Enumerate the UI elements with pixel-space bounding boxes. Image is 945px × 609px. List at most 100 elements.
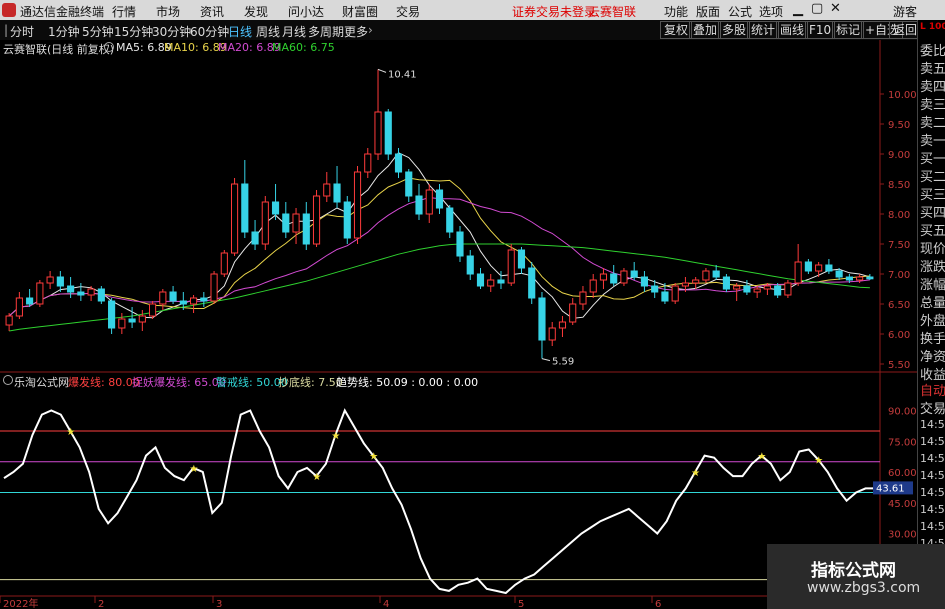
menu-item-trade[interactable]: 交易 xyxy=(396,3,420,20)
candle-body xyxy=(292,213,300,233)
indicator-y-tick-label: 75.00 xyxy=(888,437,917,448)
candle-body xyxy=(610,273,618,284)
candle-body xyxy=(487,279,495,287)
multi-stock-button[interactable]: 多股 xyxy=(718,21,751,39)
menu-item-function[interactable]: 功能 xyxy=(664,3,688,20)
side-label-2: 卖四 xyxy=(920,80,945,95)
indicator-param-burst: 爆发线: 80.00 xyxy=(68,376,140,389)
menu-item-discover[interactable]: 发现 xyxy=(244,3,268,20)
candle-body xyxy=(845,276,853,281)
candle-body xyxy=(446,207,454,233)
candle-body xyxy=(189,297,198,305)
indicator-header: 乐淘公式网 爆发线: 80.00 捉妖爆发线: 65.00 警戒线: 50.00… xyxy=(0,373,880,389)
menu-item-options[interactable]: 选项 xyxy=(759,3,783,20)
period-tab-minute[interactable]: 分时 xyxy=(10,23,34,40)
watermark-title: 指标公式网 xyxy=(811,561,896,581)
candle-body xyxy=(220,252,228,275)
x-tick-label: 4 xyxy=(383,599,389,609)
menu-item-formula[interactable]: 公式 xyxy=(728,3,752,20)
period-tab-1min[interactable]: 1分钟 xyxy=(48,23,80,40)
close-icon[interactable]: ✕ xyxy=(830,1,841,16)
menu-item-quotes[interactable]: 行情 xyxy=(112,3,136,20)
mark-button[interactable]: 标记 xyxy=(832,21,865,39)
candle-body xyxy=(138,315,146,323)
signal-star-icon: ★ xyxy=(312,472,321,483)
indicator-y-tick-label: 45.00 xyxy=(888,499,917,510)
period-tab-5min[interactable]: 5分钟 xyxy=(82,23,114,40)
period-tab-weekly[interactable]: 周线 xyxy=(256,23,280,40)
y-tick-label: 6.00 xyxy=(888,330,910,341)
candle-body xyxy=(251,231,259,245)
candle-body xyxy=(733,285,741,290)
settings-circle-icon[interactable] xyxy=(104,42,114,52)
login-notice[interactable]: 证券交易未登录 xyxy=(512,3,596,20)
high-price-label: 10.41 xyxy=(388,69,417,80)
candle-body xyxy=(763,285,771,290)
candle-body xyxy=(569,303,577,323)
signal-star-icon: ★ xyxy=(814,456,823,467)
candle-body xyxy=(302,213,310,245)
period-tab-15min[interactable]: 15分钟 xyxy=(114,23,153,40)
candle-body xyxy=(589,279,597,293)
candle-body xyxy=(722,276,730,290)
side-label-8: 买三 xyxy=(920,188,945,203)
candle-body xyxy=(538,297,546,341)
main-chart-header: 云赛智联(日线 前复权) MA5: 6.89 MA10: 6.89 MA20: … xyxy=(0,40,880,56)
x-tick-label: 2022年 xyxy=(3,597,38,609)
user-label[interactable]: 游客 xyxy=(893,3,917,20)
kline-chart[interactable]: ★ ★ ★ ★ ★ ★ ★ ★ 10.00 9.50 9.00 8.50 8.00 7.50 7.00 6.… xyxy=(0,40,917,609)
overlay-button[interactable]: 叠加 xyxy=(689,21,722,39)
side-label-21: 14:56 xyxy=(920,418,945,431)
period-tab-30min[interactable]: 30分钟 xyxy=(152,23,191,40)
y-tick-label: 8.50 xyxy=(888,180,910,191)
menu-item-market[interactable]: 市场 xyxy=(156,3,180,20)
side-label-3: 卖三 xyxy=(920,98,945,113)
side-label-1: 卖五 xyxy=(920,62,945,77)
signal-star-icon: ★ xyxy=(66,427,75,438)
candle-body xyxy=(36,282,44,305)
stats-button[interactable]: 统计 xyxy=(747,21,780,39)
y-tick-label: 7.00 xyxy=(888,270,910,281)
more-chevron-icon[interactable]: › xyxy=(368,23,373,37)
indicator-settings-icon[interactable] xyxy=(3,375,13,385)
side-label-16: 换手 xyxy=(920,332,945,347)
candle-body xyxy=(497,279,505,284)
candle-body xyxy=(15,297,23,317)
collapse-icon[interactable]: | xyxy=(4,23,8,37)
menu-item-xiaoda[interactable]: 问小达 xyxy=(288,3,324,20)
candle-body xyxy=(630,270,638,278)
app-title: 通达信金融终端 xyxy=(20,5,105,19)
adjust-button[interactable]: 复权 xyxy=(660,21,693,39)
period-tab-daily[interactable]: 日线 xyxy=(228,23,252,40)
f10-button[interactable]: F10 xyxy=(805,21,836,39)
candle-body xyxy=(87,288,95,296)
maximize-icon[interactable]: ▢ xyxy=(811,1,823,16)
indicator-title: 乐淘公式网 xyxy=(14,376,69,389)
period-tab-more[interactable]: 更多 xyxy=(344,23,368,40)
menu-item-wealth[interactable]: 财富圈 xyxy=(342,3,378,20)
menu-item-news[interactable]: 资讯 xyxy=(200,3,224,20)
draw-line-button[interactable]: 画线 xyxy=(776,21,809,39)
candle-body xyxy=(97,288,105,302)
candle-body xyxy=(108,300,116,329)
x-tick-label: 2 xyxy=(98,599,104,609)
signal-star-icon: ★ xyxy=(331,431,340,442)
candle-body xyxy=(200,297,208,302)
minimize-icon[interactable]: ▁ xyxy=(793,2,803,17)
candle-body xyxy=(774,285,782,296)
y-tick-label: 7.50 xyxy=(888,240,910,251)
signal-star-icon: ★ xyxy=(691,468,700,479)
period-tab-60min[interactable]: 60分钟 xyxy=(190,23,229,40)
candle-body xyxy=(558,321,567,329)
side-label-13: 涨幅 xyxy=(920,278,945,293)
candle-body xyxy=(620,270,628,284)
indicator-y-tick-label: 30.00 xyxy=(888,530,917,541)
candle-body xyxy=(394,153,403,173)
candle-body xyxy=(67,285,75,293)
menu-item-layout[interactable]: 版面 xyxy=(696,3,720,20)
candle-body xyxy=(415,195,423,215)
side-label-12: 涨跌 xyxy=(920,260,945,275)
period-tab-monthly[interactable]: 月线 xyxy=(282,23,306,40)
candle-body xyxy=(835,270,843,278)
period-tab-multi[interactable]: 多周期 xyxy=(308,23,344,40)
